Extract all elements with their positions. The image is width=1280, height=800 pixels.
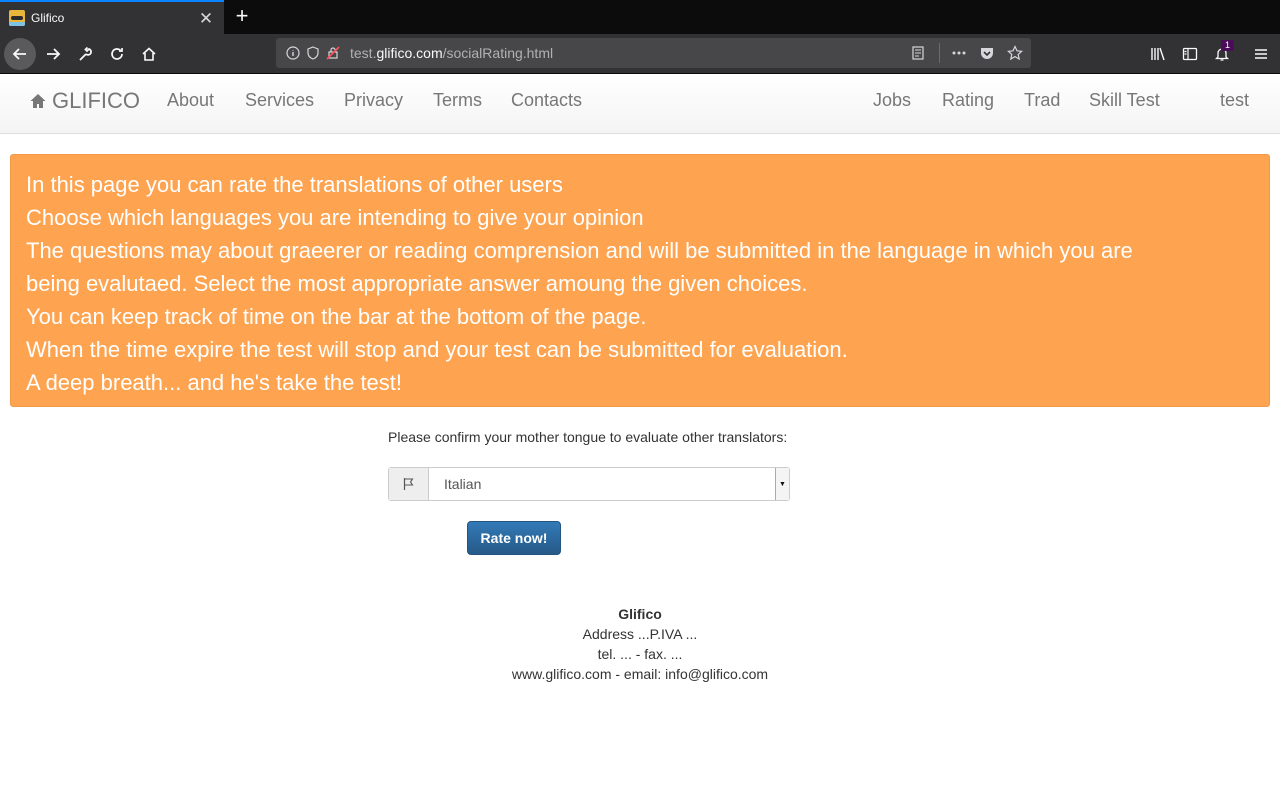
footer-company-name: Glifico [618,606,662,622]
nav-jobs[interactable]: Jobs [873,90,911,111]
language-select-group: Italian ▼ [388,467,790,501]
footer-contact: www.glifico.com - email: info@glifico.co… [511,666,769,682]
nav-contacts[interactable]: Contacts [511,90,582,111]
instruction-line: When the time expire the test will stop … [26,337,848,362]
nav-skill-test[interactable]: Skill Test [1089,90,1160,111]
reader-view-icon[interactable] [910,45,926,61]
arrow-left-icon [12,48,26,60]
browser-toolbar: test.glifico.com/socialRating.html [0,34,1280,74]
instructions-alert: In this page you can rate the translatio… [10,154,1270,407]
url-bar[interactable]: test.glifico.com/socialRating.html [276,38,1031,68]
arrow-right-icon [47,48,61,60]
dropdown-arrow-icon[interactable]: ▼ [775,468,789,500]
flag-icon [389,468,429,500]
footer-address: Address ...P.IVA ... [582,626,698,642]
nav-privacy[interactable]: Privacy [344,90,403,111]
rate-now-button[interactable]: Rate now! [467,521,561,555]
tab-title: Glifico [31,11,65,25]
instruction-line: The questions may about graeerer or read… [26,238,1133,263]
nav-services[interactable]: Services [245,90,314,111]
selected-language: Italian [444,476,482,492]
instruction-line: You can keep track of time on the bar at… [26,304,647,329]
browser-tab[interactable]: Glifico ✕ [0,0,224,34]
more-actions-icon[interactable] [951,45,967,61]
reload-icon [111,48,123,60]
home-icon [142,47,156,61]
favicon-icon [9,10,25,26]
nav-terms[interactable]: Terms [433,90,482,111]
browser-tab-bar: Glifico ✕ + [0,0,1280,34]
footer-phone: tel. ... - fax. ... [597,646,683,662]
reload-button[interactable] [101,38,133,70]
brand-link[interactable]: GLIFICO [30,88,140,114]
sidebar-icon[interactable] [1174,38,1206,70]
wrench-icon[interactable] [69,38,101,70]
nav-user[interactable]: test [1220,90,1249,111]
instruction-line: A deep breath... and he's take the test! [26,370,403,395]
instruction-line: Choose which languages you are intending… [26,205,644,230]
forward-button[interactable] [37,38,69,70]
nav-about[interactable]: About [167,90,214,111]
close-tab-icon[interactable]: ✕ [196,10,216,27]
nav-rating[interactable]: Rating [942,90,994,111]
home-button[interactable] [133,38,165,70]
instruction-line: being evalutaed. Select the most appropr… [26,271,808,296]
bookmark-star-icon[interactable] [1007,45,1023,61]
info-icon[interactable] [285,45,301,61]
site-navbar: GLIFICO About Services Privacy Terms Con… [0,74,1280,134]
url-separator [939,43,940,63]
nav-trad[interactable]: Trad [1024,90,1060,111]
brand-name: GLIFICO [52,88,141,113]
shield-icon[interactable] [305,45,321,61]
new-tab-button[interactable]: + [230,4,254,30]
url-text[interactable]: test.glifico.com/socialRating.html [350,45,553,61]
notification-badge: 1 [1221,40,1234,51]
instruction-line: In this page you can rate the translatio… [26,172,563,197]
mother-tongue-label: Please confirm your mother tongue to eva… [388,429,788,445]
footer: Glifico Address ...P.IVA ... tel. ... - … [340,604,940,684]
home-icon [30,94,46,108]
back-button[interactable] [4,38,36,70]
insecure-lock-icon[interactable] [325,45,341,61]
library-icon[interactable] [1142,38,1174,70]
menu-hamburger-icon[interactable] [1245,38,1277,70]
pocket-icon[interactable] [979,45,995,61]
language-select[interactable]: Italian ▼ [429,468,789,500]
